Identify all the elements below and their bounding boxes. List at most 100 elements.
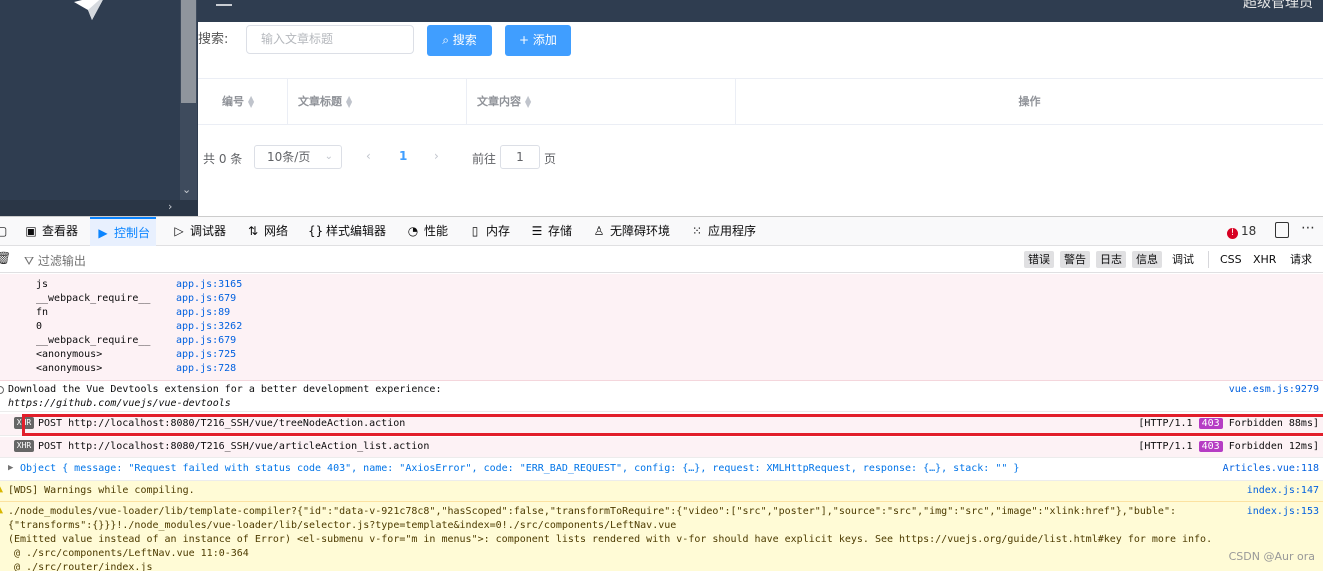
tab-label: 内存 [486, 224, 511, 238]
tab-application[interactable]: ⁙ 应用程序 [690, 217, 756, 246]
page-size-select[interactable]: 10条/页 ⌄ [254, 145, 342, 169]
page-number[interactable]: 1 [399, 149, 407, 163]
goto-page-input[interactable]: 1 [500, 145, 540, 169]
tab-network[interactable]: ⇅ 网络 [246, 217, 288, 246]
user-menu[interactable]: 超级管理员 [1243, 0, 1313, 12]
chevron-down-icon: ⌄ [324, 151, 333, 162]
console-icon: ▶ [98, 226, 108, 240]
menu-toggle-icon[interactable] [216, 4, 232, 6]
object-text[interactable]: Object { message: "Request failed with s… [20, 463, 1019, 474]
tab-style-editor[interactable]: {} 样式编辑器 [308, 217, 386, 246]
error-count-value: 18 [1241, 224, 1257, 238]
sort-icon[interactable]: ▲ ▼ [525, 95, 531, 109]
filter-xhr[interactable]: XHR [1249, 251, 1280, 268]
filter-input[interactable]: ⛛ 过滤输出 [24, 252, 86, 269]
warning-text: @ ./src/components/LeftNav.vue 11:0-364 [8, 548, 249, 559]
tab-storage[interactable]: ☰ 存储 [530, 217, 572, 246]
memory-icon: ▯ [471, 224, 479, 238]
column-header-label: 文章标题 [298, 95, 342, 108]
scroll-down-icon[interactable]: ⌄ [182, 183, 191, 196]
stack-file-link[interactable]: app.js:3262 [176, 320, 242, 334]
plus-icon: + [519, 33, 533, 47]
tab-label: 应用程序 [708, 224, 757, 238]
performance-icon: ◔ [407, 224, 419, 238]
status-code-badge: 403 [1198, 441, 1223, 452]
watermark: CSDN @Aur ora [1228, 550, 1315, 563]
warning-icon: ▲ [0, 484, 4, 495]
tab-debugger[interactable]: ▷ 调试器 [172, 217, 226, 246]
stack-file-link[interactable]: app.js:725 [176, 348, 236, 362]
annotation-highlight-box [22, 414, 1323, 436]
error-counter[interactable]: ! 18 [1227, 224, 1256, 239]
request-url[interactable]: POST http://localhost:8080/T216_SSH/vue/… [38, 441, 429, 452]
tab-memory[interactable]: ▯ 内存 [468, 217, 510, 246]
filter-placeholder: 过滤输出 [37, 254, 86, 268]
goto-label: 前往 [472, 152, 497, 166]
xhr-request-row[interactable]: XHR POST http://localhost:8080/T216_SSH/… [0, 437, 1323, 458]
next-page-icon[interactable]: › [434, 149, 439, 163]
filter-css[interactable]: CSS [1216, 251, 1246, 268]
message-text: Download the Vue Devtools extension for … [8, 384, 442, 395]
stack-fn: <anonymous> [36, 363, 103, 374]
dock-side-icon[interactable] [1275, 222, 1289, 238]
error-icon: ! [1227, 228, 1238, 239]
tab-performance[interactable]: ◔ 性能 [406, 217, 448, 246]
add-button[interactable]: + 添加 [505, 25, 571, 56]
filter-errors[interactable]: 错误 [1024, 251, 1054, 268]
source-link[interactable]: vue.esm.js:9279 [1229, 384, 1319, 395]
tab-console[interactable]: ▶ 控制台 [90, 217, 157, 246]
devtools-toolbar: ▢ ▣ 查看器 ▶ 控制台 ▷ 调试器 ⇅ 网络 {} 样式编辑器 ◔ 性能 ▯ 内存 ☰ 存储… [0, 216, 1323, 246]
stack-trace: js app.js:3165 __webpack_require__ app.j… [0, 274, 1323, 381]
tab-label: 调试器 [190, 224, 227, 238]
message-link[interactable]: https://github.com/vuejs/vue-devtools [8, 398, 231, 409]
filter-debug[interactable]: 调试 [1168, 251, 1198, 268]
object-log-row[interactable]: ▶ Object { message: "Request failed with… [0, 459, 1323, 481]
search-button[interactable]: ⌕ 搜索 [427, 25, 492, 56]
network-icon: ⇅ [247, 224, 259, 238]
stack-fn: js [36, 279, 49, 290]
column-header-id[interactable]: 编号 ▲ ▼ [198, 79, 288, 125]
filter-icon: ⛛ [24, 254, 38, 268]
console-output: js app.js:3165 __webpack_require__ app.j… [0, 274, 1323, 571]
stack-file-link[interactable]: app.js:728 [176, 362, 236, 376]
filter-warnings[interactable]: 警告 [1060, 251, 1090, 268]
tab-label: 无障碍环境 [610, 224, 671, 238]
tab-label: 存储 [548, 224, 573, 238]
column-header-label: 操作 [1018, 95, 1041, 108]
more-options-icon[interactable]: ⋯ [1301, 220, 1315, 236]
expand-arrow-icon[interactable]: ▶ [8, 463, 13, 473]
accessibility-icon: ♙ [593, 224, 605, 238]
filter-info[interactable]: 信息 [1132, 251, 1162, 268]
column-header-title[interactable]: 文章标题 ▲ ▼ [288, 79, 467, 125]
inspector-icon: ▣ [25, 224, 37, 238]
debugger-icon: ▷ [174, 224, 184, 238]
tab-inspector[interactable]: ▣ 查看器 [24, 217, 78, 246]
filter-requests[interactable]: 请求 [1286, 251, 1316, 268]
stack-file-link[interactable]: app.js:3165 [176, 278, 242, 292]
style-editor-icon: {} [308, 224, 324, 238]
sort-icon[interactable]: ▲ ▼ [346, 95, 352, 109]
warning-text: (Emitted value instead of an instance of… [8, 534, 1213, 545]
tab-label: 查看器 [42, 224, 79, 238]
warning-text: ./node_modules/vue-loader/lib/template-c… [8, 506, 1176, 517]
scroll-right-icon[interactable]: › [168, 200, 172, 213]
stack-file-link[interactable]: app.js:679 [176, 292, 236, 306]
source-link[interactable]: Articles.vue:118 [1223, 463, 1319, 474]
stack-fn: __webpack_require__ [36, 293, 151, 304]
pick-element-icon[interactable]: ▢ [0, 217, 7, 246]
tab-accessibility[interactable]: ♙ 无障碍环境 [592, 217, 670, 246]
search-input[interactable]: 输入文章标题 [246, 25, 414, 54]
column-header-content[interactable]: 文章内容 ▲ ▼ [467, 79, 736, 125]
console-filter-bar: 🗑 ⛛ 过滤输出 错误 警告 日志 信息 调试 CSS XHR 请求 [0, 246, 1323, 273]
sort-icon[interactable]: ▲ ▼ [248, 95, 254, 109]
source-link[interactable]: index.js:147 [1247, 485, 1319, 496]
filter-logs[interactable]: 日志 [1096, 251, 1126, 268]
stack-file-link[interactable]: app.js:89 [176, 306, 230, 320]
warning-row: ▲ [WDS] Warnings while compiling. index.… [0, 481, 1323, 502]
prev-page-icon[interactable]: ‹ [366, 149, 371, 163]
source-link[interactable]: index.js:153 [1247, 506, 1319, 517]
stack-file-link[interactable]: app.js:679 [176, 334, 236, 348]
warning-row: ▲ ./node_modules/vue-loader/lib/template… [0, 502, 1323, 571]
clear-console-icon[interactable]: 🗑 [0, 251, 11, 265]
sidebar-scrollbar-thumb[interactable] [181, 0, 196, 103]
